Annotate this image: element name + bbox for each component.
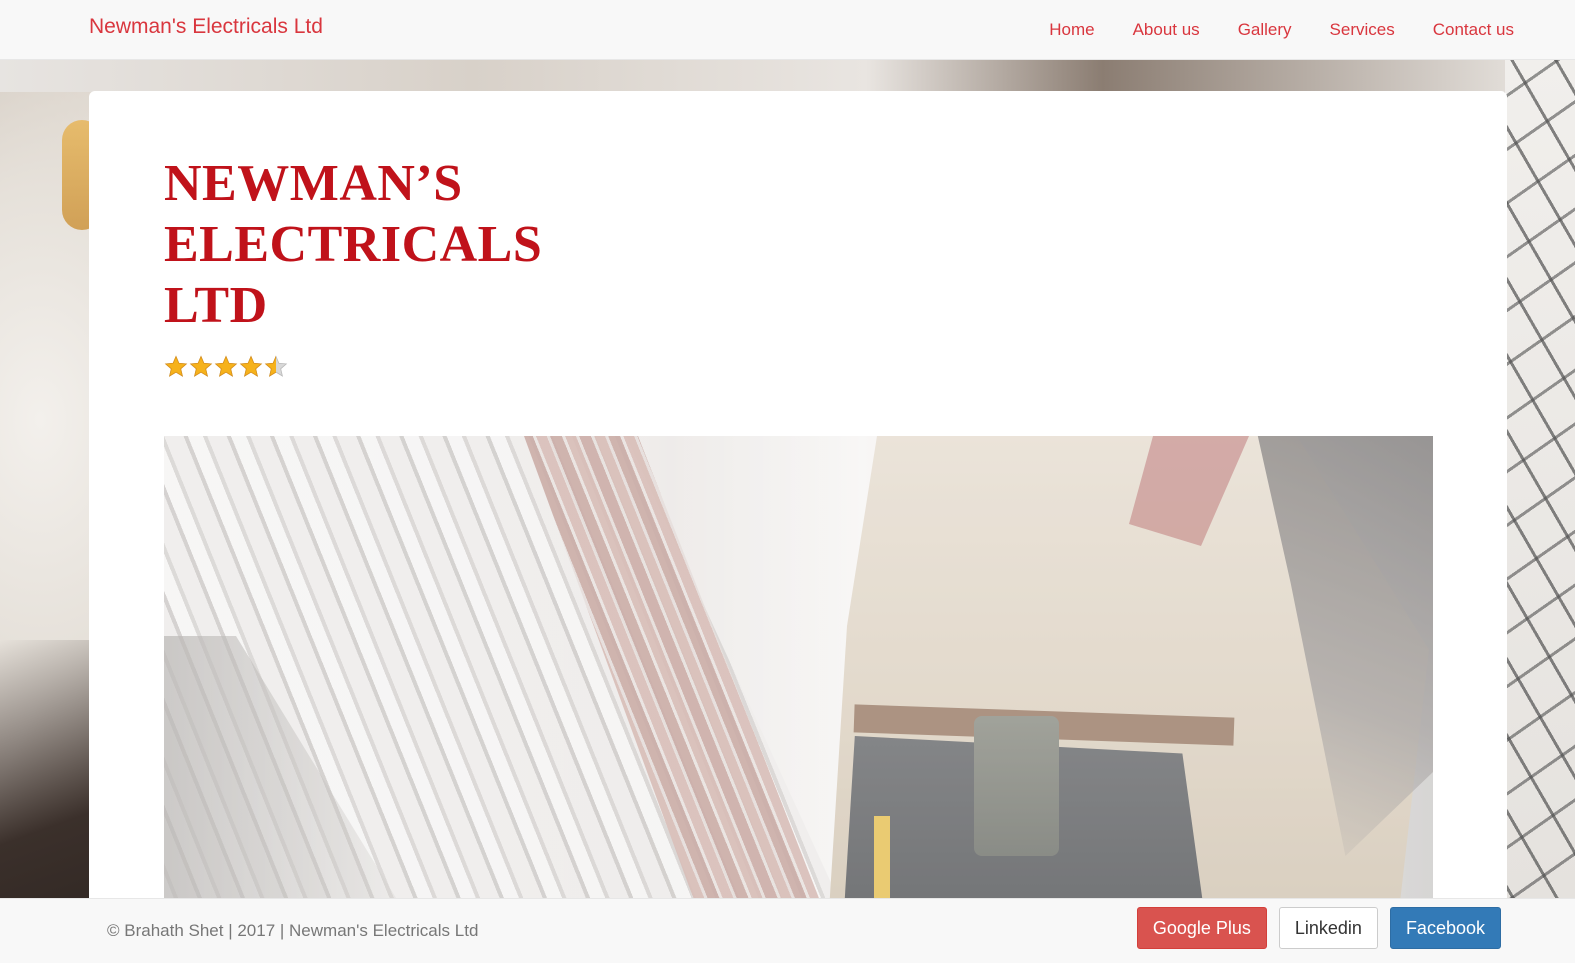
facebook-button[interactable]: Facebook (1389, 907, 1501, 949)
star-rating (164, 355, 288, 379)
main-card: NEWMAN’S ELECTRICALS LTD (89, 91, 1507, 911)
nav-services[interactable]: Services (1330, 20, 1395, 40)
page-title: NEWMAN’S ELECTRICALS LTD (164, 155, 543, 334)
google-plus-button[interactable]: Google Plus (1136, 907, 1267, 949)
linkedin-button[interactable]: Linkedin (1278, 907, 1378, 949)
nav-gallery[interactable]: Gallery (1238, 20, 1292, 40)
star-icon (164, 355, 188, 379)
nav-home[interactable]: Home (1049, 20, 1094, 40)
nav-about-us[interactable]: About us (1133, 20, 1200, 40)
social-buttons: Google Plus Linkedin Facebook (1136, 907, 1501, 949)
hero-image (164, 436, 1433, 911)
star-icon (264, 355, 288, 379)
footer: © Brahath Shet | 2017 | Newman's Electri… (0, 898, 1575, 963)
star-icon (214, 355, 238, 379)
copyright-text: © Brahath Shet | 2017 | Newman's Electri… (107, 921, 479, 940)
star-icon (189, 355, 213, 379)
nav-menu: Home About us Gallery Services Contact u… (1011, 0, 1514, 60)
nav-contact-us[interactable]: Contact us (1433, 20, 1514, 40)
brand-link[interactable]: Newman's Electricals Ltd (89, 15, 323, 39)
star-icon (239, 355, 263, 379)
navbar: Newman's Electricals Ltd Home About us G… (0, 0, 1575, 60)
